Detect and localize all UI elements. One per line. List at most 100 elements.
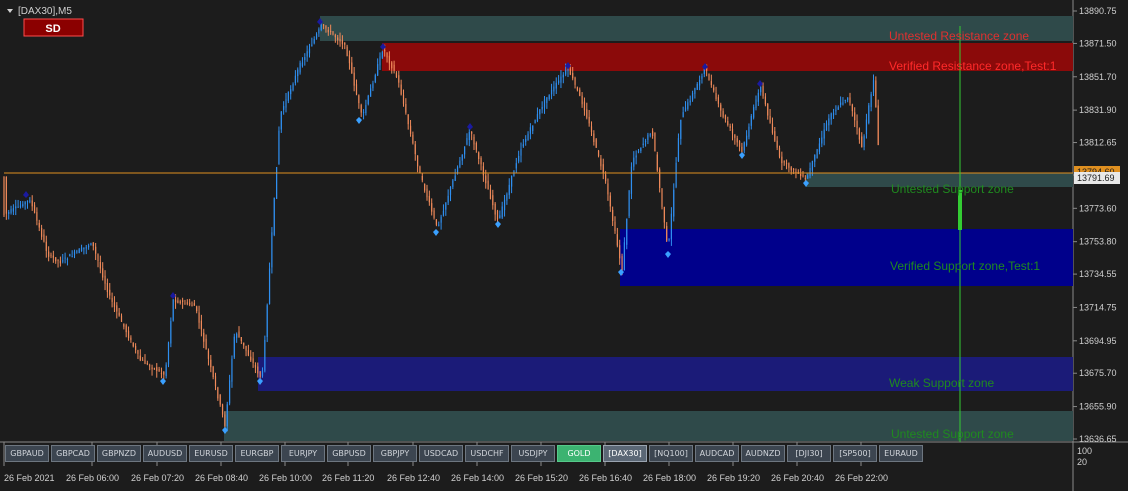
symbol-tab[interactable]: AUDNZD [741,445,785,462]
x-axis-label: 26 Feb 06:00 [66,473,119,483]
candle-body [729,126,731,128]
x-axis-label: 26 Feb 18:00 [643,473,696,483]
candle-body [644,140,647,142]
candle-body [417,155,419,167]
candle-body [431,203,433,212]
candle-body [414,144,416,155]
candle-body [809,167,811,176]
symbol-tab[interactable]: EURJPY [281,445,325,462]
candle-body [654,132,656,152]
symbol-tab[interactable]: USDCHF [465,445,509,462]
candle-body [64,257,66,259]
candle-body [673,189,675,217]
candle-body [257,366,259,374]
candle-body [372,83,374,89]
candle-body [478,152,480,160]
candle-body [76,251,78,253]
candle-body [97,254,99,262]
symbol-tab[interactable]: [DAX30] [603,445,647,462]
symbol-tab[interactable]: GBPJPY [373,445,417,462]
candle-body [788,163,790,168]
candle-body [280,111,282,130]
y-tick-label: 13890.75 [1079,6,1117,16]
candle-body [532,125,534,131]
candle-body [179,301,181,303]
candle-body [499,215,501,219]
candle-body [579,89,581,96]
candle-body [468,132,470,141]
symbol-tab[interactable]: USDJPY [511,445,555,462]
candle-body [41,228,43,237]
candle-body [362,112,365,114]
candle-body [633,157,635,167]
candle-body [743,142,745,151]
symbol-tab[interactable]: [DJI30] [787,445,831,462]
symbol-tab[interactable]: GOLD [557,445,601,462]
candle-body [858,128,860,140]
symbol-tab[interactable]: [NQ100] [649,445,693,462]
symbol-tab[interactable]: GBPUSD [327,445,371,462]
symbol-tab[interactable]: [SP500] [833,445,877,462]
candle-body [529,127,531,134]
symbol-tab[interactable]: EURAUD [879,445,923,462]
price-chart[interactable]: Untested Resistance zone Verified Resist… [0,0,1128,491]
symbol-tab[interactable]: GBPAUD [5,445,49,462]
candle-body [428,195,430,203]
candle-body [400,84,402,95]
candle-body [268,268,271,304]
candle-body [421,175,423,181]
candle-body [80,247,83,252]
candle-body [825,123,828,131]
candle-body [62,260,64,262]
candle-body [125,325,127,333]
candle-body [290,89,292,95]
symbol-tab[interactable]: EURUSD [189,445,233,462]
candle-body [659,169,661,189]
candle-body [386,52,388,58]
candle-body [297,69,299,77]
volume-tick-100: 100 [1077,446,1092,456]
candle-body [828,118,830,126]
candle-body [104,275,106,284]
candle-body [163,371,165,375]
candle-body [151,367,153,370]
candle-body [626,218,628,245]
symbol-tab[interactable]: GBPNZD [97,445,141,462]
candle-body [870,94,872,108]
candle-body [464,146,466,155]
candle-body [292,83,294,91]
candle-body [560,76,562,83]
candle-body [191,304,193,306]
symbol-tab[interactable]: AUDCAD [695,445,739,462]
candle-body [738,141,741,147]
candle-body [377,64,379,76]
candle-body [452,180,454,187]
candle-body [475,142,477,150]
candle-body [466,138,468,145]
x-axis-label: 26 Feb 08:40 [195,473,248,483]
symbol-tab[interactable]: EURGBP [235,445,279,462]
candle-body [435,219,437,225]
candle-body [595,139,597,148]
candle-body [830,113,832,120]
symbol-tab[interactable]: GBPCAD [51,445,95,462]
candle-body [102,268,104,278]
candle-body [694,88,696,94]
candle-body [433,210,435,218]
candle-body [379,56,381,66]
candle-body [313,38,315,44]
candle-body [214,376,217,387]
candle-body [612,209,614,221]
candle-body [8,211,10,215]
candle-body [807,175,809,179]
symbol-tab[interactable]: USDCAD [419,445,463,462]
y-tick-label: 13753.80 [1079,237,1117,247]
candle-body [299,62,301,73]
candle-body [90,243,92,246]
candle-body [731,129,734,134]
symbol-tab[interactable]: AUDUSD [143,445,187,462]
candle-body [226,404,228,427]
candle-body [508,184,510,195]
candle-body [252,358,254,364]
zone-label-verified-support: Verified Support zone,Test:1 [890,259,1040,273]
